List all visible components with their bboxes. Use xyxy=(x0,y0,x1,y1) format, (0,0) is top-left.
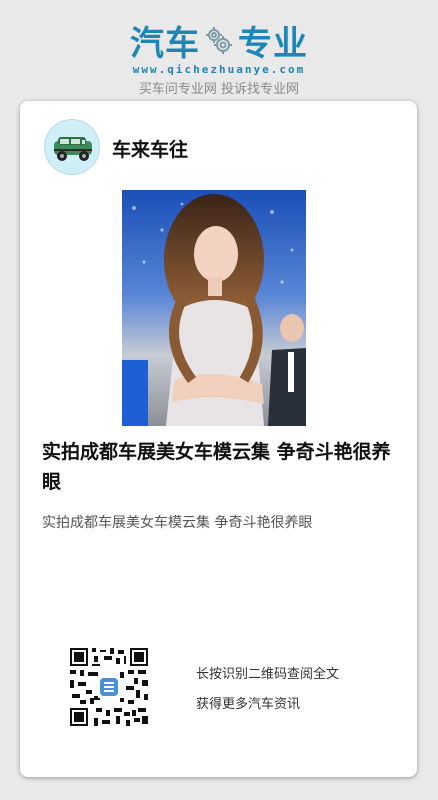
account-avatar[interactable] xyxy=(44,119,100,175)
brand-logo-left: 汽车 xyxy=(130,23,200,64)
qr-instruction-text: 长按识别二维码查阅全文 xyxy=(196,667,340,682)
car-icon xyxy=(54,137,92,161)
brand-slogan: 买车问专业网 投诉找专业网 xyxy=(138,82,300,97)
gear-icon xyxy=(204,25,234,55)
qr-code-icon[interactable] xyxy=(68,646,150,728)
article-card[interactable]: 车来车往 实拍成都车展美女车模云集 争奇斗艳很养眼 实拍成都车展美女车模云集 争… xyxy=(20,101,417,777)
article-photo[interactable] xyxy=(122,190,306,426)
qr-subtext: 获得更多汽车资讯 xyxy=(196,697,301,712)
article-title[interactable]: 实拍成都车展美女车模云集 争奇斗艳很养眼 xyxy=(42,437,397,497)
brand-header: 汽车 专业 www.qichezhuanye.com 买车问专业网 投诉找专业网 xyxy=(0,18,438,98)
brand-logo: 汽车 专业 xyxy=(0,18,438,64)
account-name[interactable]: 车来车往 xyxy=(112,135,188,162)
brand-url[interactable]: www.qichezhuanye.com xyxy=(0,63,438,76)
brand-logo-right: 专业 xyxy=(238,23,308,64)
article-summary: 实拍成都车展美女车模云集 争奇斗艳很养眼 xyxy=(42,515,313,531)
